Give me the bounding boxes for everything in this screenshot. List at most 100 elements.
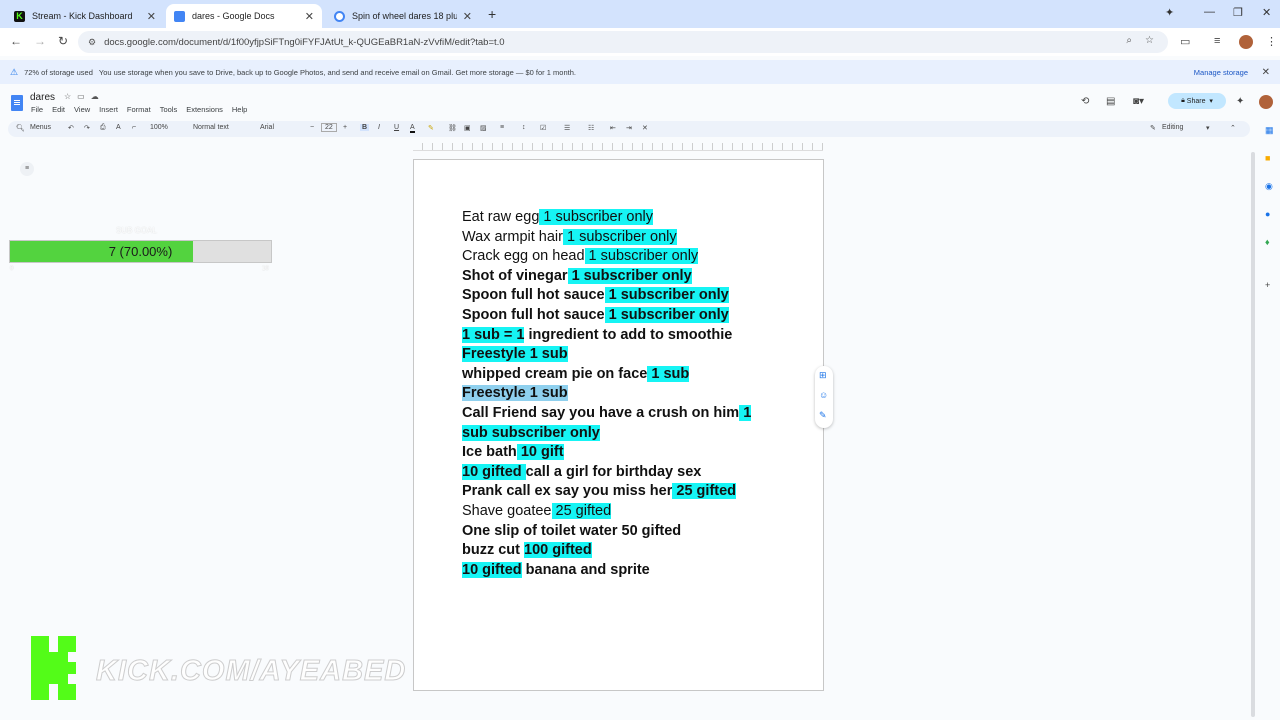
share-button[interactable]: 🔒︎ Share ▾ <box>1168 93 1226 109</box>
scrollbar[interactable] <box>1251 152 1255 717</box>
menu-format[interactable]: Format <box>127 105 151 114</box>
media-icon[interactable]: ≡ <box>1214 35 1220 47</box>
italic-icon[interactable]: I <box>378 124 380 131</box>
collapse-icon[interactable]: ⌃ <box>1230 124 1236 132</box>
site-info-icon[interactable]: ⚙ <box>88 37 96 48</box>
style-select[interactable]: Normal text <box>193 124 229 131</box>
indent-increase-icon[interactable]: ⇥ <box>626 124 632 132</box>
zoom-icon[interactable]: ⌕ <box>1126 35 1132 46</box>
tab-spin-wheel[interactable]: Spin of wheel dares 18 plus for ✕ <box>326 4 480 28</box>
chevron-down-icon[interactable]: ▾ <box>1206 124 1210 132</box>
clear-format-icon[interactable]: ✕ <box>642 124 648 132</box>
star-icon[interactable]: ☆ <box>64 92 77 101</box>
account-avatar[interactable] <box>1259 95 1273 109</box>
history-icon[interactable]: ⟲ <box>1081 96 1089 107</box>
document-line[interactable]: Shot of vinegar 1 subscriber only <box>462 267 762 287</box>
menu-extensions[interactable]: Extensions <box>186 105 223 114</box>
numbered-list-icon[interactable]: ☷ <box>588 124 594 132</box>
menu-insert[interactable]: Insert <box>99 105 118 114</box>
menu-tools[interactable]: Tools <box>160 105 178 114</box>
window-close-icon[interactable]: ✕ <box>1262 6 1271 19</box>
document-line[interactable]: Wax armpit hair 1 subscriber only <box>462 228 762 248</box>
editing-mode-select[interactable]: Editing <box>1162 124 1183 131</box>
menu-view[interactable]: View <box>74 105 90 114</box>
document-line[interactable]: Spoon full hot sauce 1 subscriber only <box>462 286 762 306</box>
document-line[interactable]: One slip of toilet water 50 gifted <box>462 522 762 542</box>
close-icon[interactable]: ✕ <box>147 10 156 23</box>
menu-edit[interactable]: Edit <box>52 105 65 114</box>
bookmark-star-icon[interactable]: ☆ <box>1145 35 1154 46</box>
comments-icon[interactable]: ▤ <box>1106 96 1115 107</box>
document-line[interactable]: Crack egg on head 1 subscriber only <box>462 247 762 267</box>
comment-icon[interactable]: ▣ <box>464 124 471 132</box>
menus-button[interactable]: Menus <box>30 124 51 131</box>
document-line[interactable]: Spoon full hot sauce 1 subscriber only <box>462 306 762 326</box>
menu-help[interactable]: Help <box>232 105 247 114</box>
back-icon[interactable]: ← <box>10 34 22 48</box>
redo-icon[interactable]: ↷ <box>84 124 90 132</box>
calendar-icon[interactable]: ▦ <box>1265 125 1274 136</box>
plus-icon[interactable]: + <box>488 6 496 22</box>
manage-storage-link[interactable]: Manage storage <box>1194 68 1248 77</box>
font-select[interactable]: Arial <box>260 124 274 131</box>
document-line[interactable]: 10 gifted call a girl for birthday sex <box>462 463 762 483</box>
close-icon[interactable]: ✕ <box>305 10 314 23</box>
tab-kick-dashboard[interactable]: K Stream - Kick Dashboard ✕ <box>6 4 164 28</box>
document-line[interactable]: Freestyle 1 sub <box>462 384 762 404</box>
more-icon[interactable]: ⋮ <box>1266 35 1277 48</box>
document-line[interactable]: Eat raw egg 1 subscriber only <box>462 208 762 228</box>
document-line[interactable]: Shave goatee 25 gifted <box>462 502 762 522</box>
document-page[interactable]: Eat raw egg 1 subscriber only Wax armpit … <box>413 159 824 691</box>
contacts-icon[interactable]: ● <box>1265 209 1270 219</box>
add-addon-icon[interactable]: + <box>1265 280 1270 290</box>
cast-icon[interactable]: ▭ <box>1180 35 1190 48</box>
print-icon[interactable]: ⎙ <box>100 124 106 132</box>
text-color-icon[interactable]: A <box>410 124 415 133</box>
profile-avatar[interactable] <box>1239 35 1253 49</box>
ruler[interactable] <box>413 143 823 151</box>
link-icon[interactable]: ⛓ <box>448 124 457 132</box>
document-line[interactable]: 1 sub = 1 ingredient to add to smoothie <box>462 326 762 346</box>
line-spacing-icon[interactable]: ↕ <box>522 124 526 131</box>
close-icon[interactable]: ✕ <box>1262 67 1270 78</box>
document-line[interactable]: buzz cut 100 gifted <box>462 541 762 561</box>
align-icon[interactable]: ≡ <box>500 124 504 131</box>
document-line[interactable]: Ice bath 10 gift <box>462 443 762 463</box>
indent-decrease-icon[interactable]: ⇤ <box>610 124 616 132</box>
decrease-size-icon[interactable]: − <box>310 124 314 131</box>
address-bar[interactable]: ⚙ docs.google.com/document/d/1f00yfjpSiF… <box>78 31 1168 53</box>
highlight-icon[interactable]: ✎ <box>428 124 434 132</box>
add-comment-icon[interactable]: ⊞ <box>819 370 827 381</box>
cloud-status-icon[interactable]: ☁ <box>91 92 105 101</box>
suggest-edit-icon[interactable]: ✎ <box>819 410 827 421</box>
gemini-icon[interactable]: ✦ <box>1165 6 1174 19</box>
document-line[interactable]: Call Friend say you have a crush on him … <box>462 404 762 443</box>
close-icon[interactable]: ✕ <box>463 10 472 23</box>
document-line[interactable]: Freestyle 1 sub <box>462 345 762 365</box>
document-title[interactable]: dares <box>30 92 55 103</box>
bold-icon[interactable]: B <box>360 124 370 131</box>
meet-icon[interactable]: ◙▾ <box>1133 96 1144 107</box>
undo-icon[interactable]: ↶ <box>68 124 74 132</box>
document-body[interactable]: Eat raw egg 1 subscriber only Wax armpit … <box>462 208 762 580</box>
menu-file[interactable]: File <box>31 105 43 114</box>
bullet-list-icon[interactable]: ☰ <box>564 124 570 132</box>
outline-icon[interactable]: ≡ <box>20 162 34 176</box>
increase-size-icon[interactable]: + <box>343 124 347 131</box>
checklist-icon[interactable]: ☑ <box>540 124 546 132</box>
maps-icon[interactable]: ♦ <box>1265 237 1270 247</box>
document-line[interactable]: Prank call ex say you miss her 25 gifted <box>462 482 762 502</box>
forward-icon[interactable]: → <box>34 34 46 48</box>
paint-format-icon[interactable]: ⌐ <box>132 124 136 131</box>
tasks-icon[interactable]: ◉ <box>1265 181 1273 192</box>
image-icon[interactable]: ▨ <box>480 124 487 132</box>
underline-icon[interactable]: U <box>394 124 399 131</box>
maximize-icon[interactable]: ❐ <box>1233 6 1243 19</box>
font-size-input[interactable]: 22 <box>321 123 337 132</box>
move-folder-icon[interactable]: ▭ <box>77 92 91 101</box>
tab-docs[interactable]: dares - Google Docs ✕ <box>166 4 322 28</box>
spellcheck-icon[interactable]: A <box>116 124 121 131</box>
keep-icon[interactable]: ■ <box>1265 153 1270 163</box>
search-icon[interactable]: 🔍︎ <box>16 124 25 132</box>
zoom-select[interactable]: 100% <box>150 124 168 131</box>
